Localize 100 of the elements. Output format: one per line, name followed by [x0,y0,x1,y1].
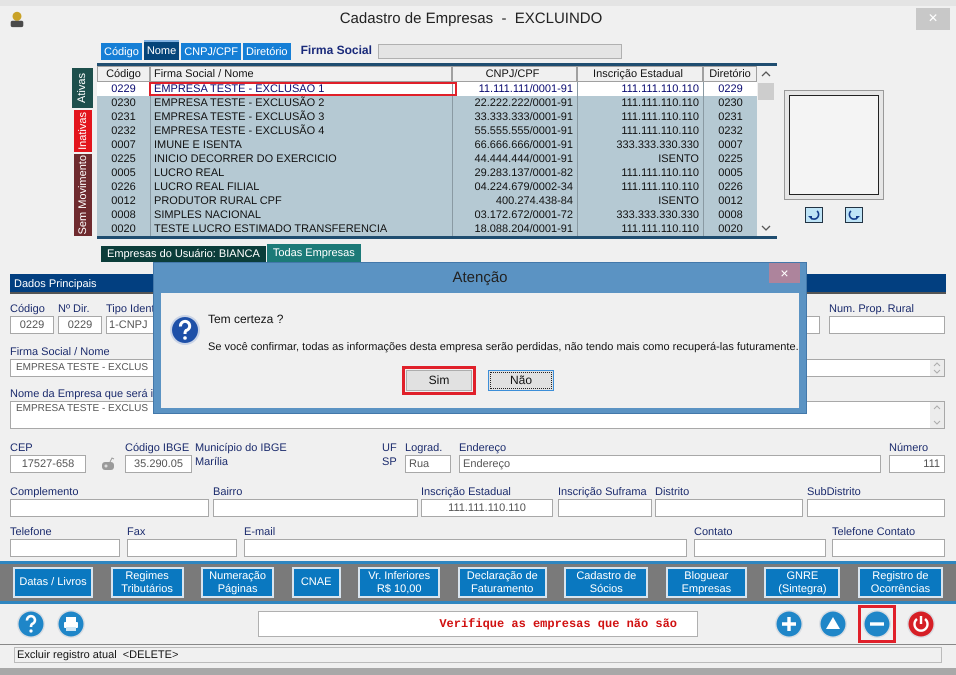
field-label: Nº Dir. [58,303,90,316]
field-label: Município do IBGE [195,442,287,455]
table-row[interactable]: 0231 EMPRESA TESTE - EXCLUSÃO 3 33.333.333/0001-91 111.111.110.110 0231 [97,110,757,124]
field-value: SP [382,455,398,470]
list-tab[interactable]: Todas Empresas [266,244,361,262]
action-button[interactable]: Registro de Ocorrências [858,567,943,598]
field-label: Num. Prop. Rural [829,303,914,316]
action-button[interactable]: Numeração Páginas [201,567,274,598]
rotate-right-icon[interactable] [845,207,863,223]
action-button[interactable]: CNAE [292,567,341,598]
action-button[interactable]: Bloguear Empresas [666,567,747,598]
input-field[interactable]: 111.111.110.110 [421,499,553,517]
power-icon[interactable] [906,609,936,639]
status-bar: Excluir registro atual <DELETE> [14,647,942,663]
field-label: Bairro [213,486,242,499]
action-button[interactable]: Datas / Livros [13,567,93,598]
table-row[interactable]: 0232 EMPRESA TESTE - EXCLUSÃO 4 55.555.555/0001-91 111.111.110.110 0232 [97,124,757,138]
input-field[interactable] [829,316,945,334]
table-row[interactable]: 0226 LUCRO REAL FILIAL 04.224.679/0002-34 111.111.110.110 0226 [97,180,757,194]
table-cell: 18.088.204/0001-91 [452,222,577,236]
search-tab[interactable]: Nome [144,40,180,60]
input-field[interactable]: 111 [889,455,945,473]
table-row[interactable]: 0005 LUCRO REAL 29.283.137/0001-82 111.111.110.110 0005 [97,166,757,180]
field-label: E-mail [244,526,276,539]
action-button[interactable]: Vr. Inferiores R$ 10,00 [358,567,440,598]
input-field[interactable]: 0229 [10,316,54,334]
table-row[interactable]: 0020 TESTE LUCRO ESTIMADO TRANSFERENCIA 18.088.204/0001-91 111.111.110.110 0020 [97,222,757,236]
input-field[interactable] [10,539,120,557]
table-cell-text: 0005 [110,166,137,180]
figure-icon [8,10,26,28]
input-field[interactable]: Endereço [459,455,881,473]
rotate-left-icon[interactable] [805,207,823,223]
status-tab[interactable]: Inativas [74,110,92,152]
dialog-message: Se você confirmar, todas as informações desta empresa serão perdidas, não tendo mais como recuperá-las futuramente. [208,340,799,355]
dialog-button[interactable]: Não [488,370,554,390]
table-cell-text: 0231 [110,110,137,124]
field-label: Código IBGE [125,442,190,455]
action-button[interactable]: Regimes Tributários [110,567,184,598]
field-label: Fax [127,526,146,539]
search-field[interactable] [378,44,622,59]
input-field[interactable] [694,539,826,557]
input-field[interactable] [558,499,652,517]
table-cell-text: 0226 [110,180,137,194]
field-label: Lograd. [405,442,442,455]
field-label: Inscrição Suframa [558,486,647,499]
column-header[interactable]: Inscrição Estadual [577,66,703,82]
input-field[interactable] [213,499,418,517]
scrollbar[interactable] [930,402,944,428]
field-label: Endereço [459,442,506,455]
message-text: Verifique as empresas que não são [439,616,677,633]
input-field[interactable] [244,539,687,557]
field-label: Telefone Contato [832,526,916,539]
table-row[interactable]: 0229 EMPRESA TESTE - EXCLUSAO 1 11.111.111/0001-91 111.111.110.110 0229 [97,82,757,96]
input-field[interactable]: 35.290.05 [125,455,192,473]
search-tab[interactable]: CNPJ/CPF [181,43,241,60]
spinner-icon[interactable] [930,360,944,376]
input-field[interactable] [10,499,209,517]
search-tab[interactable]: Diretório [242,43,291,60]
table-row[interactable]: 0225 INICIO DECORRER DO EXERCICIO 44.444.444/0001-91 ISENTO 0225 [97,152,757,166]
action-button[interactable]: Cadastro de Sócios [564,567,648,598]
input-field[interactable] [127,539,237,557]
field-label: Complemento [10,486,78,499]
column-header[interactable]: Firma Social / Nome [150,66,452,82]
dialog-button[interactable]: Sim [406,370,472,390]
search-label: Firma Social [300,42,372,59]
field-label: Telefone [10,526,52,539]
input-field[interactable]: 17527-658 [10,455,86,473]
plus-icon[interactable] [774,609,804,639]
column-header[interactable]: Código [97,66,150,82]
field-label: Código [10,303,45,316]
table-row[interactable]: 0230 EMPRESA TESTE - EXCLUSÃO 2 22.222.222/0001-91 111.111.110.110 0230 [97,96,757,110]
table-cell-text: 0229 [110,82,137,96]
input-field[interactable]: 0229 [58,316,102,334]
table-row[interactable]: 0008 SIMPLES NACIONAL 03.172.672/0001-72 333.333.330.330 0008 [97,208,757,222]
search-tab[interactable]: Código [101,43,142,60]
table-cell: 111.111.110.110 [577,222,703,236]
table-cell-text: 0008 [110,208,137,222]
table-cell-text: 0007 [110,138,137,152]
field-label: UF [382,442,397,455]
input-field[interactable] [655,499,803,517]
input-field[interactable] [807,499,945,517]
field-value: Marília [195,455,230,470]
table-row[interactable]: 0012 PRODUTOR RURAL CPF 400.274.438-84 ISENTO 0012 [97,194,757,208]
print-icon[interactable] [56,609,86,639]
status-tab[interactable]: Ativas [72,68,93,108]
help-icon[interactable] [16,609,46,639]
input-field[interactable] [832,539,945,557]
action-button[interactable]: GNRE (Sintegra) [764,567,840,598]
status-tab[interactable]: Sem Movimento [74,154,92,236]
column-header[interactable]: CNPJ/CPF [452,66,577,82]
window-title: Cadastro de Empresas - EXCLUINDO [338,8,604,29]
action-button[interactable]: Declaração de Faturamento [458,567,547,598]
dialog-heading: Tem certeza ? [208,311,284,328]
field-label: SubDistrito [807,486,861,499]
field-label: CEP [10,442,33,455]
input-field[interactable]: Rua [405,455,451,473]
up-triangle-icon[interactable] [818,609,848,639]
column-header[interactable]: Diretório [703,66,757,82]
list-tab[interactable]: Empresas do Usuário: BIANCA [101,246,266,262]
table-row[interactable]: 0007 IMUNE E ISENTA 66.666.666/0001-91 333.333.330.330 0007 [97,138,757,152]
